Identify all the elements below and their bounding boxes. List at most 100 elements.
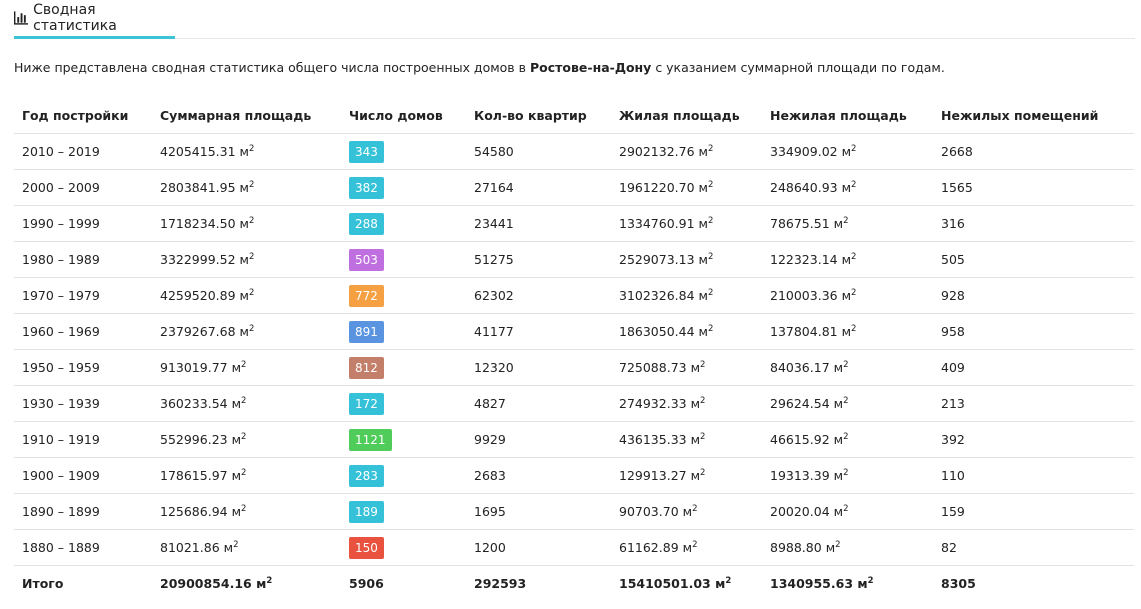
houses-badge: 772 [349,284,384,307]
area-unit: м [690,360,701,375]
area-unit: м [698,324,708,339]
table-header-row: Год постройки Суммарная площадь Число до… [14,97,1134,134]
table-row: 1970 – 1979 4259520.89 м2 772 62302 3102326.… [14,277,1134,314]
table-row: 1930 – 1939 360233.54 м2 172 4827 274932.33 … [14,385,1134,422]
area-value: 122323.14 [770,252,838,267]
cell-period: 1950 – 1959 [14,349,152,386]
cell-houses: 150 [341,529,466,566]
area-unit: м [698,216,708,231]
cell-nonliving-area: 29624.54 м2 [762,385,933,422]
area-unit-exponent: 2 [241,503,247,514]
cell-period: 2010 – 2019 [14,133,152,170]
cell-nonliving-area: 137804.81 м2 [762,313,933,350]
cell-houses: 189 [341,493,466,530]
area-unit-exponent: 2 [851,251,857,262]
area-value: 210003.36 [770,288,838,303]
area-unit-exponent: 2 [233,539,239,550]
area-unit-exponent: 2 [707,179,714,190]
area-value: 2803841.95 [160,180,236,195]
area-unit: м [841,144,852,159]
cell-houses: 1121 [341,421,466,458]
area-value: 436135.33 [619,432,687,447]
area-unit: м [682,540,693,555]
area-unit: м [833,360,844,375]
area-unit-exponent: 2 [851,143,857,154]
cell-premises: 159 [933,493,1134,530]
houses-badge: 283 [349,464,384,487]
cell-total-area: 913019.77 м2 [152,349,341,386]
cell-nonliving-area: 248640.93 м2 [762,169,933,206]
cell-premises: 110 [933,457,1134,494]
table-body: 2010 – 2019 4205415.31 м2 343 54580 2902132.… [14,133,1134,602]
cell-premises: 82 [933,529,1134,566]
table-row: 1900 – 1909 178615.97 м2 283 2683 129913.27 … [14,457,1134,494]
cell-nonliving-area: 78675.51 м2 [762,205,933,242]
area-unit-exponent: 2 [843,395,849,406]
houses-badge: 343 [349,140,384,163]
area-unit: м [256,576,267,591]
area-unit: м [698,144,708,159]
area-unit: м [690,396,701,411]
cell-period: 1970 – 1979 [14,277,152,314]
area-value: 20020.04 [770,504,830,519]
area-unit-exponent: 2 [692,539,698,550]
cell-living-area: 1961220.70 м2 [611,169,762,206]
area-unit: м [841,252,852,267]
bar-chart-icon [14,11,29,25]
header-living-area: Жилая площадь [611,97,762,134]
area-unit: м [239,324,249,339]
cell-nonliving-area: 20020.04 м2 [762,493,933,530]
cell-houses: 343 [341,133,466,170]
area-unit-exponent: 2 [241,395,247,406]
cell-living-area: 2902132.76 м2 [611,133,762,170]
area-unit-exponent: 2 [692,503,698,514]
cell-total-area: 1718234.50 м2 [152,205,341,242]
cell-living-area: 436135.33 м2 [611,421,762,458]
cell-houses: 172 [341,385,466,422]
area-value: 61162.89 [619,540,679,555]
area-value: 20900854.16 [160,576,252,591]
area-unit: м [239,252,249,267]
area-unit: м [841,180,852,195]
cell-living-area: 61162.89 м2 [611,529,762,566]
stats-table: Год постройки Суммарная площадь Число до… [14,97,1134,601]
cell-nonliving-area: 210003.36 м2 [762,277,933,314]
cell-living-area: 129913.27 м2 [611,457,762,494]
area-value: 248640.93 [770,180,838,195]
area-unit-exponent: 2 [248,143,255,154]
area-unit: м [231,432,242,447]
area-unit-exponent: 2 [248,179,255,190]
table-row: 1990 – 1999 1718234.50 м2 288 23441 1334760.… [14,205,1134,242]
cell-period: 1880 – 1889 [14,529,152,566]
cell-premises: 316 [933,205,1134,242]
area-value: 84036.17 [770,360,830,375]
total-flats: 292593 [474,576,527,591]
area-unit-exponent: 2 [700,431,706,442]
area-value: 3102326.84 [619,288,695,303]
cell-total-area: 2803841.95 м2 [152,169,341,206]
area-unit-exponent: 2 [707,323,714,334]
total-row: Итого 20900854.16 м2 5906 292593 15410501.03… [14,566,1134,602]
area-unit: м [698,180,708,195]
area-unit: м [698,252,708,267]
area-unit-exponent: 2 [843,215,849,226]
area-value: 1334760.91 [619,216,695,231]
area-unit-exponent: 2 [700,359,706,370]
cell-total-area: 178615.97 м2 [152,457,341,494]
area-unit-exponent: 2 [867,575,874,586]
cell-premises: 2668 [933,133,1134,170]
tab-summary-statistics[interactable]: Сводная статистика [14,0,175,39]
area-unit: м [231,360,242,375]
cell-living-area: 3102326.84 м2 [611,277,762,314]
area-value: 552996.23 [160,432,228,447]
cell-flats: 9929 [466,421,611,458]
table-row: 1890 – 1899 125686.94 м2 189 1695 90703.70 м… [14,493,1134,530]
cell-period: 1890 – 1899 [14,493,152,530]
area-unit: м [239,144,249,159]
intro-city: Ростове-на-Дону [530,60,652,75]
table-row: 1960 – 1969 2379267.68 м2 891 41177 1863050.… [14,313,1134,350]
area-value: 274932.33 [619,396,687,411]
cell-flats: 41177 [466,313,611,350]
area-value: 360233.54 [160,396,228,411]
area-value: 178615.97 [160,468,228,483]
